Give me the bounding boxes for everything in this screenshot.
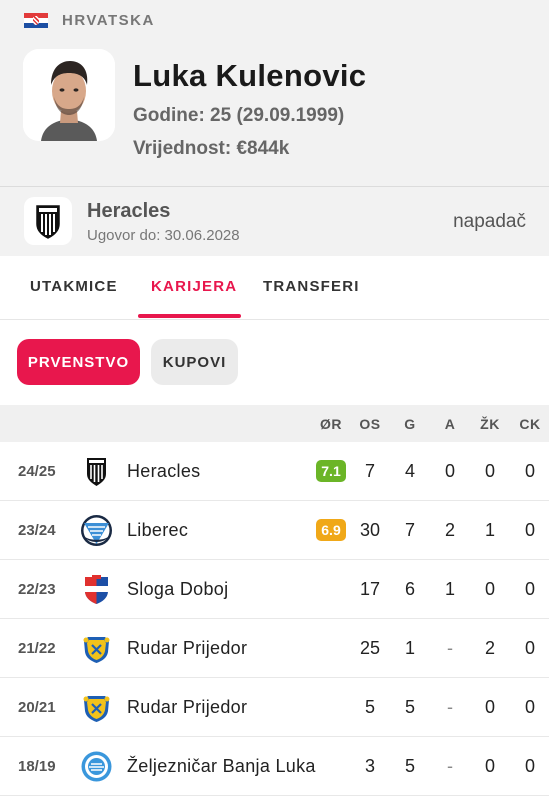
goals: 5	[404, 756, 416, 776]
appearances: 30	[359, 520, 381, 540]
assists: -	[447, 697, 453, 717]
table-row[interactable]: 21/22 Rudar Prijedor 25 1 - 2 0	[0, 619, 549, 678]
rudar-prijedor-logo	[80, 632, 113, 665]
column-goals: G	[404, 416, 416, 432]
country-name: HRVATSKA	[62, 12, 155, 29]
club-name: Rudar Prijedor	[127, 697, 248, 717]
yellow-cards: 0	[484, 756, 496, 776]
assists: 2	[444, 520, 456, 540]
appearances: 25	[359, 638, 381, 658]
yellow-cards: 0	[484, 579, 496, 599]
tab-bar: UTAKMICE KARIJERA TRANSFERI	[0, 256, 549, 320]
player-age: Godine: 25 (29.09.1999)	[133, 105, 345, 126]
rudar-prijedor-logo	[80, 691, 113, 724]
heracles-logo	[24, 197, 72, 245]
column-rating: ØR	[320, 416, 342, 432]
player-name: Luka Kulenovic	[133, 58, 367, 93]
rating-badge: 7.1	[316, 460, 346, 482]
column-appearances: OS	[359, 416, 381, 432]
tab-karijera[interactable]: KARIJERA	[151, 278, 237, 295]
season: 21/22	[18, 640, 56, 657]
table-row[interactable]: 20/21 Rudar Prijedor 5 5 - 0 0	[0, 678, 549, 737]
assists: 1	[444, 579, 456, 599]
appearances: 5	[364, 697, 376, 717]
croatia-flag-icon	[24, 12, 48, 29]
player-header: HRVATSKA Luka Kulenovic Godine: 25 (29.0…	[0, 0, 549, 186]
assists: 0	[444, 461, 456, 481]
column-yellow-cards: ŽK	[480, 416, 500, 432]
sloga-doboj-logo	[80, 573, 113, 606]
column-red-cards: CK	[519, 416, 541, 432]
active-tab-indicator	[138, 314, 241, 318]
filter-prvenstvo-button[interactable]: PRVENSTVO	[17, 339, 140, 385]
liberec-logo	[80, 514, 113, 547]
assists: -	[447, 756, 453, 776]
table-row[interactable]: 18/19 Željezničar Banja Luka 3 5 - 0 0	[0, 737, 549, 796]
assists: -	[447, 638, 453, 658]
season: 20/21	[18, 699, 56, 716]
yellow-cards: 2	[484, 638, 496, 658]
goals: 4	[404, 461, 416, 481]
club-name: Heracles	[127, 461, 201, 481]
column-assists: A	[444, 416, 456, 432]
career-table-header: ØR OS G A ŽK CK	[0, 405, 549, 442]
red-cards: 0	[524, 461, 536, 481]
player-position: napadač	[453, 211, 526, 232]
goals: 7	[404, 520, 416, 540]
contract-end: Ugovor do: 30.06.2028	[87, 227, 240, 244]
red-cards: 0	[524, 638, 536, 658]
appearances: 7	[364, 461, 376, 481]
zeljeznicar-banja-luka-logo	[80, 750, 113, 783]
club-name: Rudar Prijedor	[127, 638, 248, 658]
club-name: Heracles	[87, 200, 171, 222]
club-name: Liberec	[127, 520, 189, 540]
red-cards: 0	[524, 756, 536, 776]
table-row[interactable]: 24/25 Heracles 7.1 7 4 0 0 0	[0, 442, 549, 501]
red-cards: 0	[524, 697, 536, 717]
player-photo	[23, 49, 115, 141]
red-cards: 0	[524, 520, 536, 540]
filter-kupovi-button[interactable]: KUPOVI	[151, 339, 238, 385]
appearances: 3	[364, 756, 376, 776]
season: 24/25	[18, 463, 56, 480]
goals: 6	[404, 579, 416, 599]
country-label[interactable]: HRVATSKA	[24, 12, 155, 29]
club-name: Sloga Doboj	[127, 579, 229, 599]
goals: 5	[404, 697, 416, 717]
club-name: Željezničar Banja Luka	[127, 756, 316, 776]
current-club-bar[interactable]: Heracles Ugovor do: 30.06.2028 napadač	[0, 186, 549, 256]
table-row[interactable]: 22/23 Sloga Doboj 17 6 1 0 0	[0, 560, 549, 619]
season: 22/23	[18, 581, 56, 598]
heracles-logo	[80, 455, 113, 488]
table-row[interactable]: 23/24 Liberec 6.9 30 7 2 1 0	[0, 501, 549, 560]
goals: 1	[404, 638, 416, 658]
appearances: 17	[359, 579, 381, 599]
tab-transferi[interactable]: TRANSFERI	[263, 278, 360, 295]
yellow-cards: 1	[484, 520, 496, 540]
season: 23/24	[18, 522, 56, 539]
rating-badge: 6.9	[316, 519, 346, 541]
red-cards: 0	[524, 579, 536, 599]
season: 18/19	[18, 758, 56, 775]
yellow-cards: 0	[484, 461, 496, 481]
player-market-value: Vrijednost: €844k	[133, 138, 290, 159]
tab-utakmice[interactable]: UTAKMICE	[30, 278, 118, 295]
yellow-cards: 0	[484, 697, 496, 717]
